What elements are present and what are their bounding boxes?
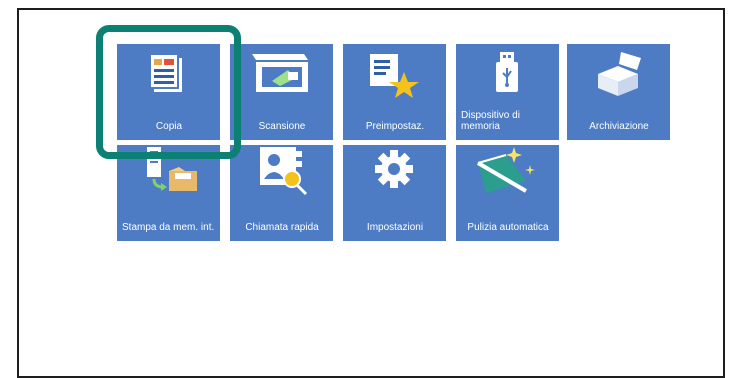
settings-tile-label: Impostazioni [366, 222, 424, 233]
scan-tile[interactable]: Scansione [230, 44, 333, 140]
preset-star-icon [343, 48, 446, 102]
memory-device-tile-label: Dispositivo di memoria [461, 110, 520, 132]
document-copy-icon [117, 48, 220, 102]
cleaning-icon [456, 141, 559, 195]
speed-dial-tile[interactable]: Chiamata rapida [230, 145, 333, 241]
auto-clean-tile[interactable]: Pulizia automatica [456, 145, 559, 241]
memory-device-tile[interactable]: Dispositivo di memoria [456, 44, 559, 140]
copy-tile[interactable]: Copia [117, 44, 220, 140]
contact-search-icon [230, 143, 333, 197]
copy-tile-label: Copia [155, 121, 183, 132]
settings-tile[interactable]: Impostazioni [343, 145, 446, 241]
usb-drive-icon [456, 48, 559, 102]
gear-icon [343, 143, 446, 197]
storage-box-icon [567, 48, 670, 102]
presets-tile-label: Preimpostaz. [365, 121, 425, 132]
scan-tile-label: Scansione [258, 121, 306, 132]
presets-tile[interactable]: Preimpostaz. [343, 44, 446, 140]
print-from-memory-icon [117, 143, 220, 197]
storage-tile[interactable]: Archiviazione [567, 44, 670, 140]
scanner-icon [230, 48, 333, 102]
storage-tile-label: Archiviazione [589, 121, 649, 132]
speed-dial-tile-label: Chiamata rapida [245, 222, 319, 233]
auto-clean-tile-label: Pulizia automatica [467, 222, 549, 233]
print-from-memory-tile-label: Stampa da mem. int. [122, 222, 215, 233]
print-from-memory-tile[interactable]: Stampa da mem. int. [117, 145, 220, 241]
